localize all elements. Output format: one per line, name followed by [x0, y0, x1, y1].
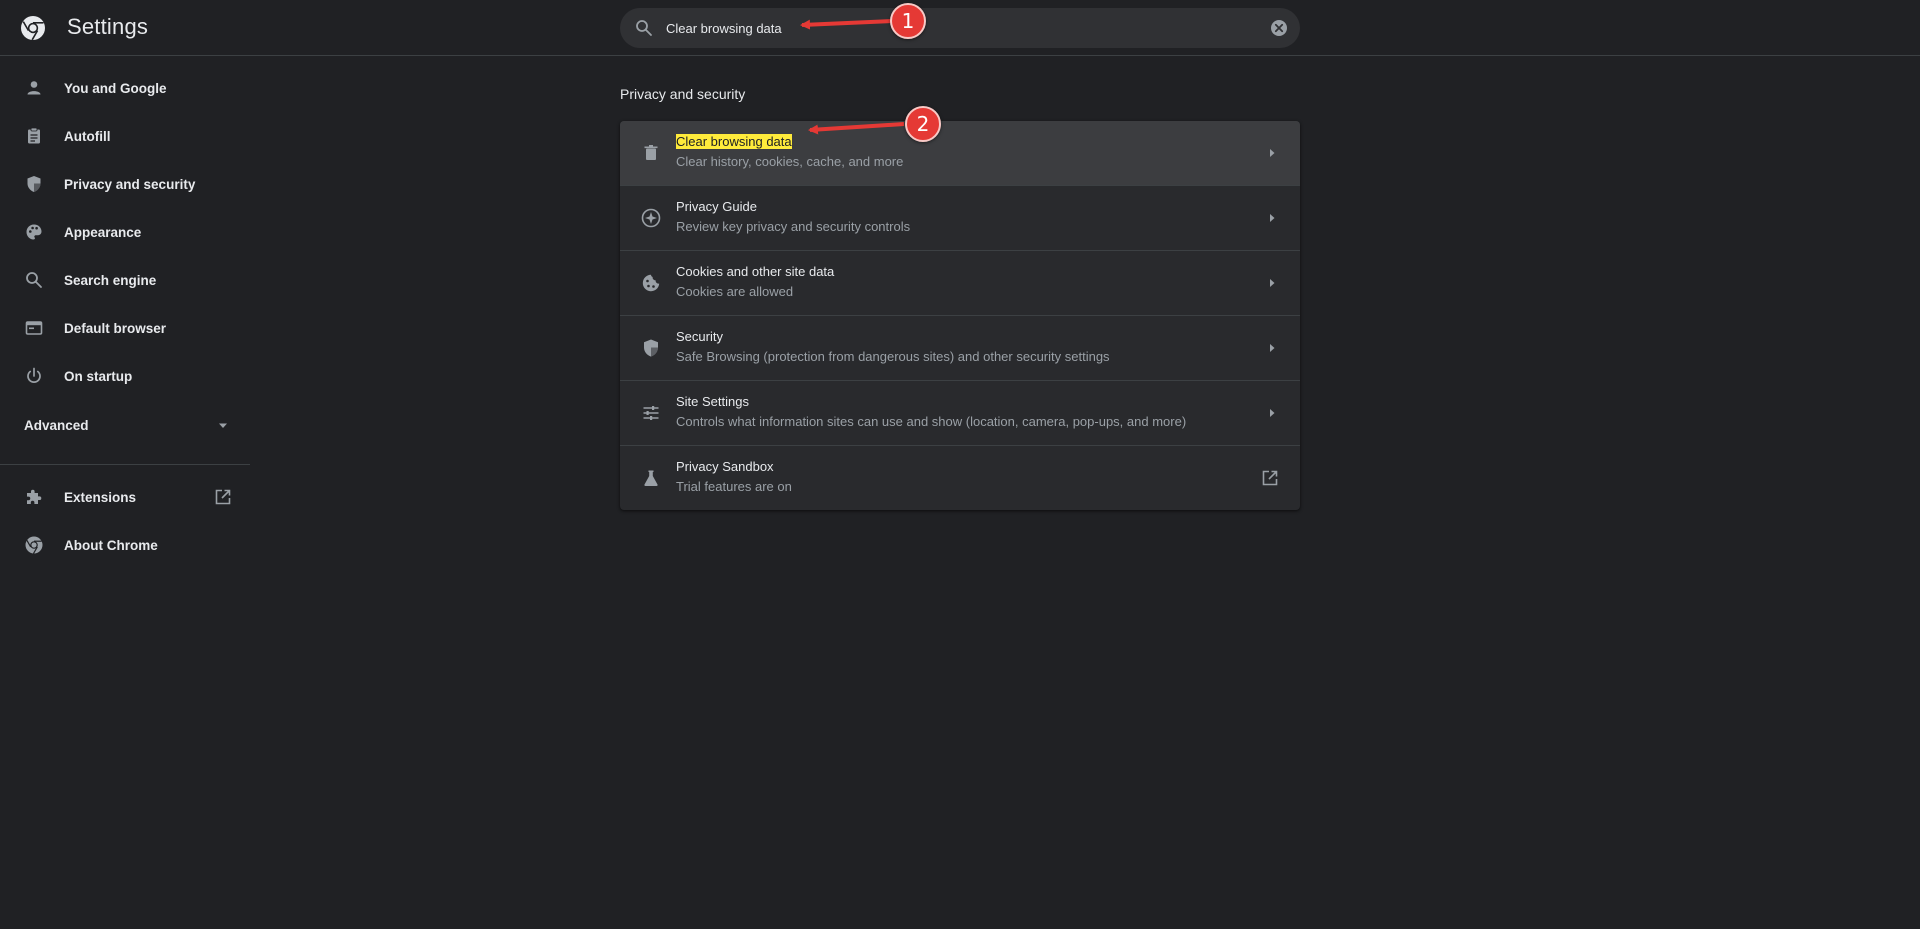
- flask-icon: [644, 470, 658, 486]
- search-highlight: Clear browsing data: [676, 134, 792, 149]
- row-subtitle: Controls what information sites can use …: [676, 414, 1187, 429]
- open-in-new-icon: [215, 489, 231, 505]
- annotation-badge-1: 1: [890, 3, 926, 39]
- sidebar-item-label: On startup: [64, 368, 133, 384]
- row-title: Privacy Sandbox: [676, 459, 774, 474]
- sidebar-divider: [0, 464, 250, 465]
- chevron-right-icon: [1270, 344, 1275, 352]
- row-title: Site Settings: [676, 394, 749, 409]
- cookie-icon: [642, 274, 660, 292]
- chevron-right-icon: [1270, 279, 1275, 287]
- shield-icon: [27, 176, 41, 192]
- cookies-row[interactable]: Cookies and other site data Cookies are …: [620, 250, 1300, 315]
- puzzle-icon: [27, 489, 42, 504]
- search-box[interactable]: [620, 8, 1300, 48]
- sidebar-item-label: Search engine: [64, 272, 157, 288]
- chrome-logo-icon: [25, 536, 43, 554]
- toolbar: Settings: [0, 0, 1920, 56]
- sidebar-item-label: Extensions: [64, 489, 137, 505]
- security-row[interactable]: Security Safe Browsing (protection from …: [620, 315, 1300, 380]
- sidebar-item-default-browser[interactable]: Default browser: [0, 304, 250, 352]
- site-settings-row[interactable]: Site Settings Controls what information …: [620, 380, 1300, 445]
- advanced-label: Advanced: [24, 418, 89, 433]
- sidebar-item-extensions[interactable]: Extensions: [0, 473, 250, 521]
- row-title: Clear browsing data: [676, 134, 792, 149]
- chevron-right-icon: [1270, 409, 1275, 417]
- privacy-settings-card: Clear browsing data Clear history, cooki…: [620, 121, 1300, 510]
- row-title: Privacy Guide: [676, 199, 757, 214]
- clear-search-icon[interactable]: [1270, 19, 1288, 37]
- clipboard-icon: [28, 127, 40, 144]
- sidebar-item-about-chrome[interactable]: About Chrome: [0, 521, 250, 569]
- row-subtitle: Safe Browsing (protection from dangerous…: [676, 349, 1110, 364]
- sidebar-item-privacy-and-security[interactable]: Privacy and security: [0, 160, 250, 208]
- trash-icon: [644, 145, 658, 160]
- row-subtitle: Review key privacy and security controls: [676, 219, 911, 234]
- compass-icon: [641, 208, 661, 228]
- chrome-logo-icon: [21, 16, 45, 41]
- palette-icon: [26, 224, 42, 240]
- browser-window-icon: [25, 321, 43, 335]
- chevron-right-icon: [1270, 214, 1275, 222]
- power-icon: [27, 367, 41, 383]
- row-subtitle: Trial features are on: [676, 479, 792, 494]
- search-input[interactable]: [666, 14, 1226, 42]
- search-icon: [26, 272, 42, 288]
- search-icon: [636, 20, 652, 36]
- shield-icon: [644, 339, 658, 357]
- section-title: Privacy and security: [620, 86, 746, 102]
- privacy-guide-row[interactable]: Privacy Guide Review key privacy and sec…: [620, 185, 1300, 250]
- sidebar-item-label: Autofill: [64, 128, 111, 144]
- sidebar: You and Google Autofill Privacy and secu…: [0, 57, 250, 929]
- sidebar-item-label: Default browser: [64, 320, 167, 336]
- row-subtitle: Clear history, cookies, cache, and more: [676, 154, 904, 169]
- chevron-right-icon: [1270, 149, 1275, 157]
- row-title: Security: [676, 329, 723, 344]
- row-subtitle: Cookies are allowed: [676, 284, 794, 299]
- sidebar-item-appearance[interactable]: Appearance: [0, 208, 250, 256]
- sidebar-item-label: About Chrome: [64, 537, 158, 553]
- privacy-sandbox-row[interactable]: Privacy Sandbox Trial features are on: [620, 445, 1300, 510]
- open-in-new-icon: [1262, 470, 1278, 486]
- sidebar-item-label: Privacy and security: [64, 176, 196, 192]
- row-title: Cookies and other site data: [676, 264, 835, 279]
- person-icon: [27, 81, 41, 95]
- sidebar-item-autofill[interactable]: Autofill: [0, 112, 250, 160]
- sidebar-item-on-startup[interactable]: On startup: [0, 352, 250, 400]
- sidebar-item-label: You and Google: [64, 80, 167, 96]
- page-title: Settings: [67, 14, 149, 39]
- clear-browsing-data-row[interactable]: Clear browsing data Clear history, cooki…: [620, 121, 1300, 185]
- sidebar-item-search-engine[interactable]: Search engine: [0, 256, 250, 304]
- sliders-icon: [643, 406, 659, 420]
- sidebar-item-label: Appearance: [64, 224, 142, 240]
- annotation-badge-2: 2: [905, 106, 941, 142]
- caret-down-icon: [219, 423, 227, 428]
- sidebar-advanced-toggle[interactable]: Advanced: [0, 402, 250, 450]
- sidebar-item-you-and-google[interactable]: You and Google: [0, 64, 250, 112]
